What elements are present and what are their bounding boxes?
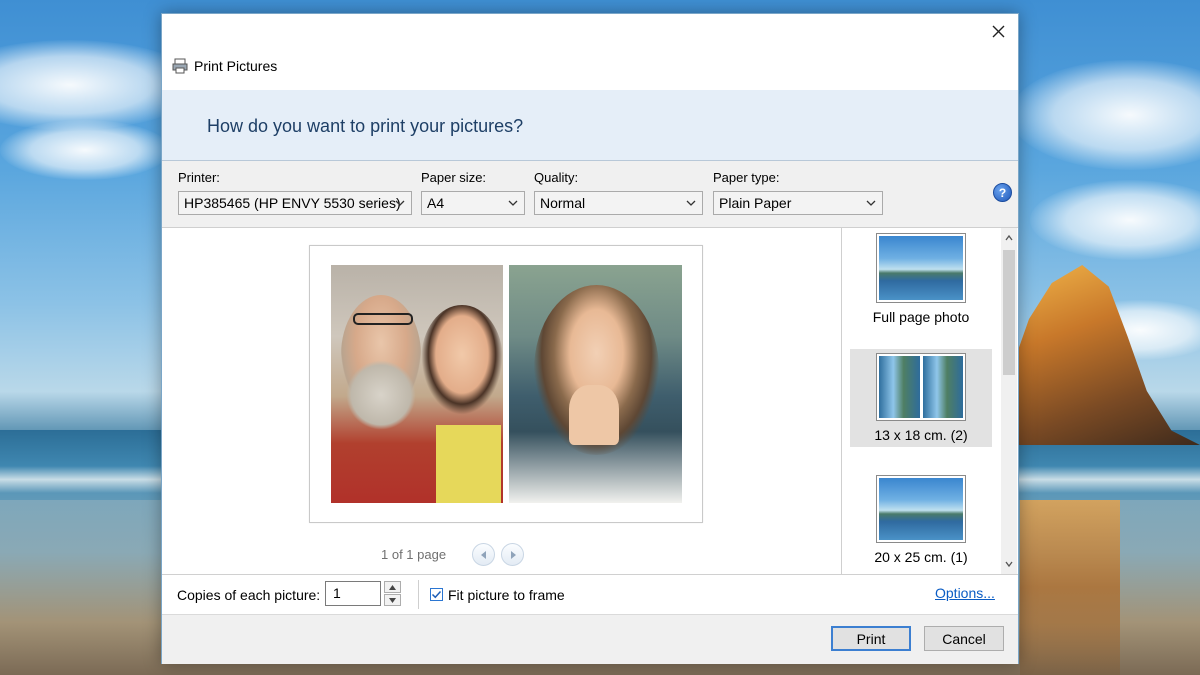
- paper-type-label: Paper type:: [713, 170, 780, 185]
- layout-20x25[interactable]: 20 x 25 cm. (1): [850, 473, 992, 573]
- preview-photo-2: [509, 265, 682, 503]
- paper-size-label: Paper size:: [421, 170, 487, 185]
- next-page-button[interactable]: [501, 543, 525, 566]
- dialog-button-bar: Print Cancel: [162, 614, 1018, 664]
- print-settings-toolbar: Printer: HP385465 (HP ENVY 5530 series) …: [162, 161, 1018, 228]
- layout-13x18[interactable]: 13 x 18 cm. (2): [850, 349, 992, 447]
- help-icon[interactable]: ?: [993, 183, 1012, 202]
- paper-type-field: Paper type: Plain Paper: [713, 170, 883, 215]
- copies-input[interactable]: 1: [325, 581, 381, 606]
- chevron-down-icon: [508, 200, 518, 206]
- copies-label: Copies of each picture:: [177, 587, 321, 603]
- quality-select-value: Normal: [540, 195, 586, 211]
- print-pictures-dialog: Print Pictures How do you want to print …: [161, 13, 1019, 664]
- printer-field: Printer: HP385465 (HP ENVY 5530 series): [178, 170, 412, 215]
- print-preview-area: 1 of 1 page: [162, 228, 841, 574]
- paper-size-select-value: A4: [427, 195, 445, 211]
- printer-select[interactable]: HP385465 (HP ENVY 5530 series): [178, 191, 412, 215]
- quality-label: Quality:: [534, 170, 579, 185]
- page-navigation: 1 of 1 page: [381, 543, 525, 566]
- paper-type-select[interactable]: Plain Paper: [713, 191, 883, 215]
- checkmark-icon: [431, 590, 442, 599]
- options-link[interactable]: Options...: [935, 585, 995, 601]
- fit-picture-label[interactable]: Fit picture to frame: [448, 587, 565, 603]
- divider: [418, 580, 419, 609]
- preview-page: [309, 245, 703, 523]
- chevron-down-icon: [686, 200, 696, 206]
- preview-photo-1: [331, 265, 503, 503]
- scroll-down-icon[interactable]: [1004, 559, 1014, 569]
- page-indicator: 1 of 1 page: [381, 547, 447, 562]
- caret-down-icon: [389, 597, 396, 603]
- copies-spinner: [384, 581, 401, 606]
- header-band: How do you want to print your pictures?: [162, 90, 1018, 161]
- quality-select[interactable]: Normal: [534, 191, 703, 215]
- layout-full-page-photo[interactable]: Full page photo: [850, 230, 992, 330]
- chevron-down-icon: [395, 200, 405, 206]
- dialog-title: Print Pictures: [194, 58, 278, 74]
- dialog-title-row: Print Pictures: [172, 58, 277, 74]
- layout-thumbnail: [876, 475, 966, 543]
- printer-select-value: HP385465 (HP ENVY 5530 series): [184, 195, 401, 211]
- chevron-down-icon: [866, 200, 876, 206]
- scroll-up-icon[interactable]: [1004, 233, 1014, 243]
- printer-icon: [172, 58, 188, 74]
- arrow-left-icon: [480, 550, 486, 559]
- copies-row: Copies of each picture: 1 Fit picture to…: [162, 574, 1018, 615]
- copies-decrement-button[interactable]: [384, 594, 401, 606]
- caret-up-icon: [389, 584, 396, 590]
- layout-label: 13 x 18 cm. (2): [874, 427, 968, 443]
- layout-thumbnail: [876, 233, 966, 303]
- paper-size-field: Paper size: A4: [421, 170, 525, 215]
- layout-list: Full page photo 13 x 18 cm. (2) 20 x 25 …: [841, 228, 1002, 574]
- close-button[interactable]: [986, 20, 1010, 42]
- dialog-question: How do you want to print your pictures?: [207, 116, 524, 136]
- layout-label: Full page photo: [872, 309, 970, 325]
- copies-increment-button[interactable]: [384, 581, 401, 593]
- close-icon: [992, 25, 1004, 37]
- printer-label: Printer:: [178, 170, 220, 185]
- paper-size-select[interactable]: A4: [421, 191, 525, 215]
- quality-field: Quality: Normal: [534, 170, 703, 215]
- previous-page-button[interactable]: [472, 543, 496, 566]
- fit-picture-checkbox[interactable]: [430, 588, 443, 601]
- layout-thumbnail: [876, 353, 966, 421]
- paper-type-select-value: Plain Paper: [719, 195, 792, 211]
- scroll-thumb[interactable]: [1003, 250, 1015, 375]
- arrow-right-icon: [510, 550, 516, 559]
- print-button[interactable]: Print: [831, 626, 911, 651]
- cancel-button[interactable]: Cancel: [924, 626, 1004, 651]
- layout-scrollbar[interactable]: [1001, 228, 1017, 574]
- layout-label: 20 x 25 cm. (1): [874, 549, 968, 565]
